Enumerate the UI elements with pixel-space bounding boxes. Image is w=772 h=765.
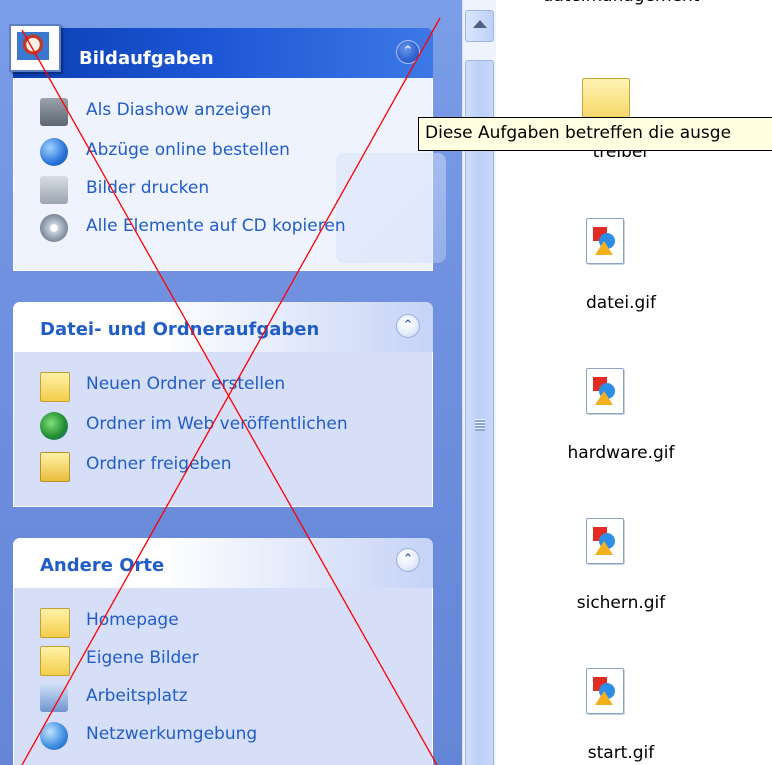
task-publish-web-label[interactable]: Ordner im Web veröffentlichen	[86, 414, 348, 434]
file-folder-tasks-header[interactable]: Datei- und Ordneraufgaben ⌃	[13, 302, 433, 352]
other-places-body: Homepage Eigene Bilder Arbeitsplatz Netz…	[13, 588, 433, 765]
my-computer-icon	[40, 684, 68, 712]
new-folder-icon	[40, 372, 70, 402]
folder-icon	[582, 78, 630, 118]
gif-image-icon	[586, 668, 624, 714]
file-name[interactable]: sichern.gif	[496, 593, 746, 613]
picture-tasks-header[interactable]: Bildaufgaben ⌃	[9, 24, 433, 78]
folder-icon	[40, 608, 70, 638]
file-folder-tasks-title: Datei- und Ordneraufgaben	[40, 319, 320, 340]
file-list: dateimanagement treiber datei.gif hardwa…	[496, 0, 772, 765]
gif-image-icon	[586, 218, 624, 264]
task-print-pictures-label[interactable]: Bilder drucken	[86, 178, 209, 198]
network-icon	[40, 722, 68, 750]
gif-image-icon	[586, 518, 624, 564]
collapse-chevron-icon[interactable]: ⌃	[396, 314, 420, 338]
task-order-prints-label[interactable]: Abzüge online bestellen	[86, 140, 290, 160]
picture-tasks-body: Als Diashow anzeigen Abzüge online beste…	[13, 78, 446, 271]
file-name[interactable]: datei.gif	[496, 293, 746, 313]
file-name[interactable]: dateimanagement	[496, 0, 746, 6]
tooltip: Diese Aufgaben betreffen die ausge	[418, 117, 772, 151]
task-slideshow-label[interactable]: Als Diashow anzeigen	[86, 100, 272, 120]
other-places-header[interactable]: Andere Orte ⌃	[13, 538, 433, 588]
my-pictures-icon	[40, 646, 70, 676]
task-copy-cd-label[interactable]: Alle Elemente auf CD kopieren	[86, 216, 346, 236]
arrow-up-icon	[473, 20, 487, 28]
task-share-folder-label[interactable]: Ordner freigeben	[86, 454, 232, 474]
vertical-scrollbar[interactable]	[462, 0, 496, 765]
task-new-folder-label[interactable]: Neuen Ordner erstellen	[86, 374, 285, 394]
cd-copy-icon	[40, 214, 68, 242]
scroll-up-button[interactable]	[465, 10, 494, 42]
gif-image-icon	[586, 368, 624, 414]
picture-watermark-icon	[336, 153, 446, 263]
file-name[interactable]: start.gif	[496, 743, 746, 763]
place-homepage-label[interactable]: Homepage	[86, 610, 179, 630]
scroll-thumb[interactable]	[465, 60, 494, 765]
task-pane: Bildaufgaben ⌃ Als Diashow anzeigen Abzü…	[0, 0, 462, 765]
file-folder-tasks-body: Neuen Ordner erstellen Ordner im Web ver…	[13, 352, 433, 507]
order-prints-icon	[40, 138, 68, 166]
place-network-label[interactable]: Netzwerkumgebung	[86, 724, 257, 744]
place-my-pictures-label[interactable]: Eigene Bilder	[86, 648, 199, 668]
printer-icon	[40, 176, 68, 204]
other-places-title: Andere Orte	[40, 555, 165, 576]
collapse-chevron-icon[interactable]: ⌃	[396, 40, 420, 64]
explorer-window: Bildaufgaben ⌃ Als Diashow anzeigen Abzü…	[0, 0, 772, 765]
grip-icon	[475, 419, 485, 431]
place-my-computer-label[interactable]: Arbeitsplatz	[86, 686, 188, 706]
picture-tasks-title: Bildaufgaben	[79, 48, 214, 69]
collapse-chevron-icon[interactable]: ⌃	[396, 548, 420, 572]
slideshow-icon	[40, 98, 68, 126]
publish-web-icon	[40, 412, 68, 440]
picture-tasks-badge-icon	[9, 24, 61, 72]
file-name[interactable]: hardware.gif	[496, 443, 746, 463]
share-folder-icon	[40, 452, 70, 482]
